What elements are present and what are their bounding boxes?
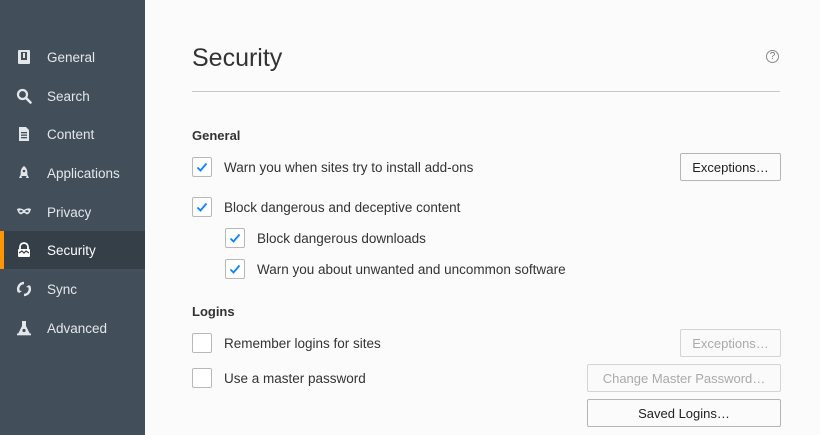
sidebar-item-security[interactable]: Security	[0, 231, 145, 269]
saved-logins-button[interactable]: Saved Logins…	[587, 399, 781, 427]
block-dangerous-label: Block dangerous and deceptive content	[224, 199, 461, 215]
addons-exceptions-button[interactable]: Exceptions…	[680, 153, 781, 181]
master-password-row: Use a master password	[192, 368, 366, 388]
section-title-general: General	[192, 128, 241, 143]
sidebar-item-search[interactable]: Search	[0, 77, 145, 115]
sidebar-item-applications[interactable]: Applications	[0, 154, 145, 192]
sidebar-item-content[interactable]: Content	[0, 115, 145, 153]
divider	[192, 91, 780, 92]
page-title: Security	[192, 44, 283, 72]
logins-exceptions-button[interactable]: Exceptions…	[680, 329, 781, 357]
applications-icon	[16, 165, 32, 181]
remember-logins-checkbox[interactable]	[192, 333, 212, 353]
sidebar-item-label: Advanced	[47, 320, 108, 336]
sidebar-item-label: Applications	[47, 165, 120, 181]
search-icon	[16, 88, 32, 104]
master-password-checkbox[interactable]	[192, 368, 212, 388]
warn-unwanted-label: Warn you about unwanted and uncommon sof…	[257, 261, 566, 277]
sidebar-item-label: Security	[47, 242, 96, 258]
master-password-label: Use a master password	[224, 370, 366, 386]
general-icon	[16, 49, 32, 65]
advanced-icon	[16, 320, 32, 336]
sidebar-item-general[interactable]: General	[0, 38, 145, 76]
remember-logins-label: Remember logins for sites	[224, 335, 381, 351]
change-master-password-button[interactable]: Change Master Password…	[587, 364, 781, 392]
addons-row: Warn you when sites try to install add-o…	[192, 157, 473, 177]
block-dangerous-checkbox[interactable]	[192, 197, 212, 217]
sidebar-item-label: Privacy	[47, 204, 92, 220]
help-icon[interactable]: ?	[766, 50, 779, 63]
sidebar-item-label: Content	[47, 126, 95, 142]
warn-unwanted-row: Warn you about unwanted and uncommon sof…	[225, 259, 566, 279]
sidebar-item-privacy[interactable]: Privacy	[0, 193, 145, 231]
sidebar-item-sync[interactable]: Sync	[0, 270, 145, 308]
sidebar-item-label: Sync	[47, 281, 78, 297]
addons-label: Warn you when sites try to install add-o…	[224, 159, 474, 175]
privacy-icon	[16, 204, 32, 220]
block-dangerous-row: Block dangerous and deceptive content	[192, 197, 460, 217]
block-downloads-label: Block dangerous downloads	[257, 230, 426, 246]
content-icon	[16, 126, 32, 142]
sidebar-item-advanced[interactable]: Advanced	[0, 309, 145, 347]
warn-unwanted-checkbox[interactable]	[225, 259, 245, 279]
sidebar-item-label: Search	[47, 88, 90, 104]
section-title-logins: Logins	[192, 304, 235, 319]
sidebar-item-label: General	[47, 49, 96, 65]
addons-checkbox[interactable]	[192, 157, 212, 177]
sync-icon	[16, 281, 32, 297]
main-panel: Security ? General Warn you when sites t…	[145, 0, 820, 435]
remember-logins-row: Remember logins for sites	[192, 333, 381, 353]
block-downloads-row: Block dangerous downloads	[225, 228, 426, 248]
security-icon	[16, 242, 32, 258]
block-downloads-checkbox[interactable]	[225, 228, 245, 248]
sidebar: General Search Content Applications Priv…	[0, 0, 145, 435]
